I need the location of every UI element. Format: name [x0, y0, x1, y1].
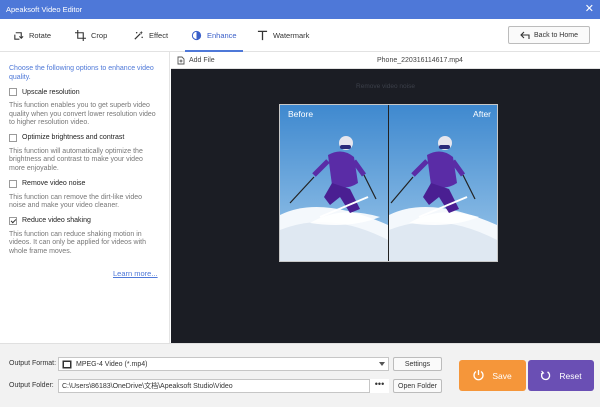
- tab-label: Crop: [91, 31, 108, 40]
- enhance-icon: [191, 30, 202, 41]
- save-label: Save: [492, 370, 512, 381]
- file-name: Phone_220316114617.mp4: [377, 57, 463, 64]
- reset-icon: [541, 370, 551, 381]
- option-remove-noise[interactable]: Remove video noise: [9, 179, 160, 188]
- option-label: Reduce video shaking: [22, 217, 91, 225]
- output-format-label: Output Format:: [9, 360, 57, 367]
- back-to-home-button[interactable]: Back to Home: [508, 26, 590, 44]
- skier-image: [280, 105, 388, 261]
- option-label: Upscale resolution: [22, 88, 80, 96]
- watermark-icon: [257, 30, 268, 41]
- option-optimize-brightness[interactable]: Optimize brightness and contrast: [9, 133, 160, 142]
- crop-icon: [75, 30, 86, 41]
- output-folder-label: Output Folder:: [9, 382, 54, 389]
- reset-button[interactable]: Reset: [528, 360, 594, 391]
- preview-header: Add File Phone_220316114617.mp4: [171, 52, 600, 69]
- preview-hint: Remove video noise: [356, 83, 415, 90]
- skier-image: [389, 105, 497, 261]
- tab-watermark[interactable]: Watermark: [257, 19, 309, 52]
- option-description: This function enables you to get superb …: [9, 102, 156, 127]
- noise-checkbox[interactable]: [9, 179, 17, 188]
- before-frame: [280, 105, 388, 261]
- tab-crop[interactable]: Crop: [75, 19, 107, 52]
- option-description: This function can remove the dirt-like v…: [9, 193, 143, 210]
- output-folder-field[interactable]: C:\Users\86183\OneDrive\文档\Apeaksoft Stu…: [58, 379, 389, 393]
- brightness-checkbox[interactable]: [9, 133, 17, 142]
- output-bar: Output Format: MPEG-4 Video (*.mp4) Sett…: [0, 343, 600, 407]
- upscale-checkbox[interactable]: [9, 88, 17, 96]
- window-title: Apeaksoft Video Editor: [6, 5, 83, 14]
- tab-label: Effect: [149, 31, 169, 40]
- browse-button[interactable]: •••: [369, 379, 389, 393]
- option-reduce-shaking[interactable]: Reduce video shaking: [9, 216, 160, 225]
- output-format-value: MPEG-4 Video (*.mp4): [76, 360, 148, 368]
- option-upscale-resolution[interactable]: Upscale resolution: [9, 88, 160, 96]
- open-folder-button[interactable]: Open Folder: [393, 379, 442, 393]
- save-button[interactable]: Save: [459, 360, 526, 391]
- before-after-preview: Before After: [279, 104, 498, 262]
- reset-label: Reset: [559, 370, 582, 381]
- add-file-icon: [177, 56, 185, 65]
- enhance-intro: Choose the following options to enhance …: [9, 65, 154, 81]
- settings-button[interactable]: Settings: [393, 357, 442, 371]
- tab-label: Rotate: [29, 31, 52, 40]
- rotate-icon: [14, 32, 24, 40]
- option-description: This function can reduce shaking motion …: [9, 230, 146, 255]
- output-folder-value: C:\Users\86183\OneDrive\文档\Apeaksoft Stu…: [62, 383, 233, 390]
- tab-effect[interactable]: Effect: [133, 19, 168, 52]
- save-icon: [473, 370, 484, 381]
- after-label: After: [473, 109, 491, 119]
- chevron-down-icon: [379, 362, 385, 366]
- option-label: Remove video noise: [22, 180, 86, 188]
- tab-label: Enhance: [207, 31, 237, 40]
- after-frame: [389, 105, 497, 261]
- shaking-checkbox[interactable]: [9, 216, 17, 225]
- tab-rotate[interactable]: Rotate: [13, 19, 51, 52]
- add-file-label: Add File: [189, 57, 215, 64]
- option-description: This function will automatically optimiz…: [9, 147, 143, 172]
- back-icon: [520, 31, 530, 39]
- before-label: Before: [288, 109, 314, 119]
- edit-toolbar: Rotate Crop Effect Enhance Watermark Bac…: [0, 19, 600, 52]
- preview-panel: Add File Phone_220316114617.mp4 Remove v…: [171, 52, 600, 343]
- enhance-options-panel: Choose the following options to enhance …: [0, 52, 170, 343]
- add-file-button[interactable]: Add File: [177, 56, 215, 65]
- learn-more-link[interactable]: Learn more...: [113, 269, 158, 278]
- back-to-home-label: Back to Home: [534, 31, 578, 39]
- close-icon[interactable]: ✕: [585, 2, 594, 16]
- output-format-select[interactable]: MPEG-4 Video (*.mp4): [58, 357, 389, 371]
- mp4-format-icon: [62, 360, 72, 368]
- tab-enhance[interactable]: Enhance: [185, 19, 243, 52]
- tab-label: Watermark: [273, 31, 310, 40]
- option-label: Optimize brightness and contrast: [22, 134, 125, 142]
- effect-icon: [134, 30, 144, 40]
- title-bar: Apeaksoft Video Editor ✕: [0, 0, 600, 19]
